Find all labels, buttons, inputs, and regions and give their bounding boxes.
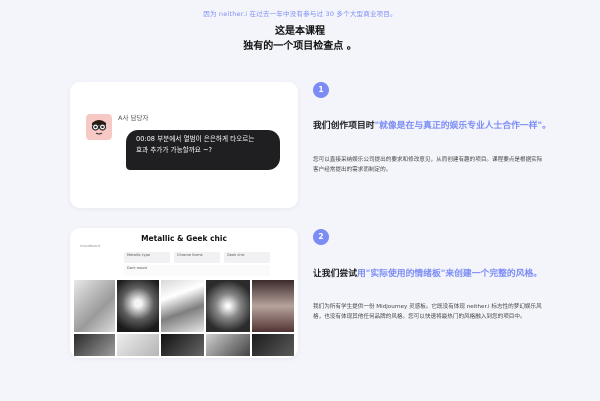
- chat-bubble: 00:08 부분에서 열범이 은은하게 타오르는 효과 추가가 가능할까요 ~?: [126, 130, 280, 170]
- moodboard-image: [161, 334, 204, 356]
- section-heading: 这是本课程 独有的一个项目检查点 。: [0, 24, 600, 54]
- moodboard-title: Metallic & Geek chic: [141, 234, 227, 243]
- moodboard-image: [74, 334, 115, 356]
- top-note: 因为 neither.i 在过去一年中没有参与过 30 多个大型商业项目。: [203, 10, 397, 18]
- moodboard-image: [117, 334, 159, 356]
- feature-2-title: 让我们尝试用"实际使用的情绪板"来创建一个完整的风格。: [313, 268, 553, 281]
- avatar: [86, 114, 112, 140]
- feature-2-title-accent: 用"实际使用的情绪板"来创建一个完整的风格。: [357, 269, 543, 279]
- feature-1-description: 您可以直接采纳娱乐公司提出的要求和修改意见，从而创建有趣的项目。课程要点是根据实…: [313, 157, 543, 173]
- moodboard-image: [206, 280, 250, 332]
- step-badge-1: 1: [313, 82, 329, 98]
- moodboard-image: [117, 280, 159, 332]
- chat-example-card: A사 담당자 00:08 부분에서 열범이 은은하게 타오르는 효과 추가가 가…: [70, 82, 298, 208]
- moodboard-image: [206, 334, 250, 356]
- moodboard-subtitle: moodboard: [80, 244, 101, 248]
- moodboard-tag: Geek chic: [224, 252, 270, 263]
- chat-message-line-1: 00:08 부분에서 열범이 은은하게 타오르는: [136, 135, 255, 143]
- moodboard-image: [74, 280, 115, 332]
- feature-1-title-accent: "就像是在与真正的娱乐专业人士合作一样"。: [374, 121, 551, 131]
- heading-line-1: 这是本课程: [275, 26, 325, 37]
- chat-message-line-2: 효과 추가가 가능할까요 ~?: [136, 146, 212, 154]
- moodboard-tag: Metallic type: [124, 252, 170, 263]
- feature-2-title-plain: 让我们尝试: [313, 269, 357, 279]
- moodboard-tag: Chrome forms: [174, 252, 220, 263]
- feature-1-title: 我们创作项目时"就像是在与真正的娱乐专业人士合作一样"。: [313, 120, 553, 133]
- moodboard-card: Metallic & Geek chic moodboard Metallic …: [70, 228, 298, 358]
- moodboard-tag: Dark mood: [124, 265, 270, 276]
- moodboard-image: [161, 280, 204, 332]
- chat-sender: A사 담당자: [118, 114, 149, 122]
- moodboard-image: [252, 280, 294, 332]
- face-icon: [91, 120, 107, 135]
- feature-1-title-plain: 我们创作项目时: [313, 121, 375, 131]
- step-badge-2: 2: [313, 229, 329, 245]
- heading-line-2: 独有的一个项目检查点 。: [243, 41, 357, 52]
- feature-2-description: 我们为所有学生提供一份 Midjourney 灵感板。它既没有体现 neithe…: [313, 304, 542, 320]
- moodboard-image: [252, 334, 294, 356]
